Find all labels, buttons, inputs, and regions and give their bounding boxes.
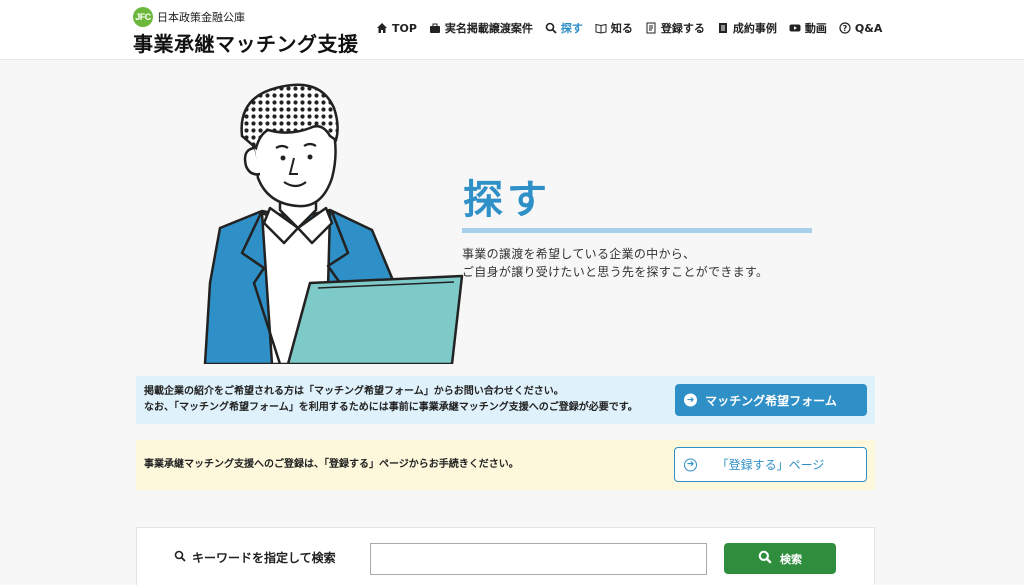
nav-item-label: 成約事例 (732, 22, 777, 35)
arrow-right-icon: ➜ (684, 393, 697, 407)
nav-item-label: 探す (560, 22, 583, 35)
description-line: ご自身が譲り受けたいと思う先を探すことができます。 (462, 265, 769, 279)
matching-form-button[interactable]: ➜ マッチング希望フォーム (675, 384, 867, 416)
page-description: 事業の譲渡を希望している企業の中から、 ご自身が譲り受けたいと思う先を探すことが… (462, 245, 768, 281)
register-notice: 事業承継マッチング支援へのご登録は、「登録する」ページからお手続きください。 ➜… (136, 440, 875, 490)
main-nav: TOP 実名掲載譲渡案件 探す 知る 登録する 成約事例 動画 ? Q&A (376, 20, 894, 36)
nav-item-register[interactable]: 登録する (645, 20, 705, 36)
keyword-input[interactable] (370, 543, 707, 575)
search-button[interactable]: 検索 (724, 543, 836, 574)
matching-notice-text: 掲載企業の紹介をご希望される方は「マッチング希望フォーム」からお問い合わせくださ… (144, 384, 638, 416)
nav-item-label: 実名掲載譲渡案件 (444, 22, 533, 35)
nav-item-label: 動画 (804, 22, 827, 35)
document-icon (717, 22, 729, 34)
site-header: JFC 日本政策金融公庫 事業承継マッチング支援 TOP 実名掲載譲渡案件 探す (0, 0, 1024, 60)
nav-item-label: 知る (610, 22, 633, 35)
org-name: 日本政策金融公庫 (157, 11, 245, 24)
brand-logo[interactable]: JFC 日本政策金融公庫 事業承継マッチング支援 (133, 7, 359, 57)
nav-item-label: TOP (392, 21, 417, 35)
nav-item-top[interactable]: TOP (376, 22, 417, 35)
search-button-label: 検索 (780, 552, 802, 566)
site-title: 事業承継マッチング支援 (133, 32, 359, 56)
nav-item-listed-cases[interactable]: 実名掲載譲渡案件 (429, 20, 533, 36)
nav-item-case-studies[interactable]: 成約事例 (717, 20, 777, 36)
matching-notice: 掲載企業の紹介をご希望される方は「マッチング希望フォーム」からお問い合わせくださ… (136, 376, 875, 424)
nav-item-label: 登録する (660, 22, 705, 35)
register-page-button[interactable]: ➜ 「登録する」ページ (674, 447, 867, 482)
svg-text:?: ? (843, 24, 848, 33)
jfc-logo-icon: JFC (133, 7, 153, 27)
search-icon (174, 550, 186, 565)
businessman-laptop-illustration (203, 83, 464, 364)
search-icon (545, 22, 557, 34)
home-icon (376, 22, 388, 34)
nav-item-videos[interactable]: 動画 (789, 20, 827, 36)
register-notice-text: 事業承継マッチング支援へのご登録は、「登録する」ページからお手続きください。 (144, 459, 519, 470)
notice-line: 掲載企業の紹介をご希望される方は「マッチング希望フォーム」からお問い合わせくださ… (144, 386, 564, 397)
nav-item-faq[interactable]: ? Q&A (839, 22, 882, 35)
briefcase-icon (429, 22, 441, 34)
page-title: 探す (463, 177, 551, 223)
form-icon (645, 22, 657, 34)
nav-item-label: Q&A (854, 21, 883, 35)
notice-line: なお、「マッチング希望フォーム」を利用するためには事前に事業承継マッチング支援へ… (144, 402, 638, 413)
search-label: キーワードを指定して検索 (174, 549, 336, 566)
book-icon (595, 22, 607, 34)
search-label-text: キーワードを指定して検索 (192, 551, 336, 565)
title-underline (462, 228, 812, 233)
nav-item-learn[interactable]: 知る (595, 20, 633, 36)
nav-item-search[interactable]: 探す (545, 20, 583, 36)
search-icon (758, 550, 772, 567)
question-icon: ? (839, 22, 851, 34)
button-label: マッチング希望フォーム (705, 393, 837, 408)
brand-org-row: JFC 日本政策金融公庫 (133, 7, 359, 27)
arrow-right-icon: ➜ (684, 458, 697, 471)
description-line: 事業の譲渡を希望している企業の中から、 (462, 247, 696, 261)
button-label: 「登録する」ページ (716, 458, 825, 472)
keyword-search-panel: キーワードを指定して検索 検索 (136, 527, 875, 585)
video-icon (789, 22, 801, 34)
